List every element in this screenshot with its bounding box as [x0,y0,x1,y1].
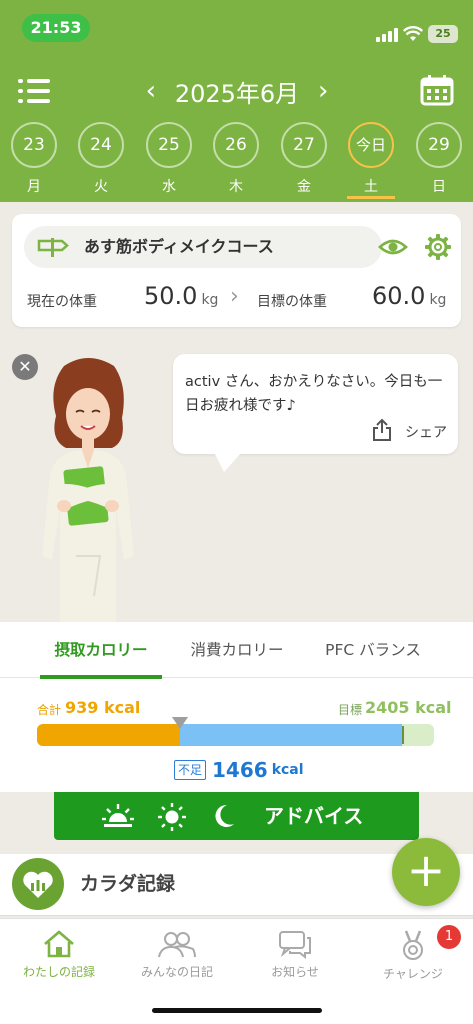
speech-bubble-tail [214,452,242,472]
tab-pfc-balance[interactable]: PFC バランス [312,622,434,678]
status-bar: 21:53 25 [0,0,473,56]
tab-label: みんなの日記 [140,965,213,979]
current-weight-value: 50.0 [144,282,198,310]
gear-icon[interactable] [424,233,452,261]
course-card: あす筋ボディメイクコース 現在の体重 50.0 kg › 目標の体重 60.0 kg [12,214,461,327]
heart-chart-icon [12,858,64,910]
chevron-left-icon[interactable]: ‹ [137,76,165,106]
add-button[interactable]: + [392,838,460,906]
target-weight: 60.0 kg [372,282,446,310]
weight-unit: kg [429,292,447,308]
shortage-segment [180,724,402,746]
current-weight-label: 現在の体重 [27,294,97,310]
day-weekday: 土 [364,179,378,195]
course-name: あす筋ボディメイクコース [84,237,274,256]
tab-label: わたしの記録 [22,965,95,979]
tab-burned-calories[interactable]: 消費カロリー [176,622,298,678]
tab-notifications[interactable]: お知らせ [236,929,354,980]
calorie-progress-bar [37,724,434,746]
day-weekday: 水 [162,179,176,195]
status-time: 21:53 [22,14,90,42]
day-weekday: 火 [94,179,108,195]
eye-icon[interactable] [378,234,408,260]
tab-my-records[interactable]: わたしの記録 [0,929,118,980]
tab-everyone-diary[interactable]: みんなの日記 [118,929,236,980]
day-date: 29 [416,122,462,168]
shortage-summary: 不足 1466 kcal [174,756,304,784]
day-weekday: 金 [297,179,311,195]
home-indicator [152,1008,322,1013]
greeting-message: activ さん、おかえりなさい。今日も一日お疲れ様です♪ [185,374,443,414]
day-date: 25 [146,122,192,168]
day-27[interactable]: 27 金 [276,122,332,196]
day-date: 26 [213,122,259,168]
day-today[interactable]: 今日 土 [343,122,399,199]
goal-marker [402,726,404,744]
day-weekday: 月 [27,179,41,195]
signpost-icon [37,238,69,257]
calorie-panel: 摂取カロリー 消費カロリー PFC バランス 合計 939 kcal 目標 24… [0,622,473,792]
month-label: 2025年6月 [174,79,300,108]
day-date: 27 [281,122,327,168]
wifi-icon [403,26,423,41]
body-record-label: カラダ記録 [80,873,176,895]
advice-button[interactable]: アドバイス [54,792,419,840]
course-selector[interactable]: あす筋ボディメイクコース [24,226,382,268]
list-menu-icon[interactable] [18,78,50,104]
tab-intake-calories[interactable]: 摂取カロリー [40,622,162,679]
chevron-right-icon[interactable]: › [309,76,337,106]
chevron-right-icon: › [230,284,239,309]
day-29[interactable]: 29 日 [411,122,467,196]
goal-calories: 2405 kcal [365,698,452,717]
shortage-tag: 不足 [174,760,207,780]
sun-icon [158,803,186,831]
shortage-value: 1466 [212,758,268,782]
day-date: 24 [78,122,124,168]
greeting-speech-bubble: activ さん、おかえりなさい。今日も一日お疲れ様です♪ シェア [173,354,458,454]
intake-segment [37,724,180,746]
total-label: 合計 [37,703,62,717]
shortage-unit: kcal [271,762,304,778]
calendar-icon[interactable] [420,74,454,106]
close-icon[interactable]: ✕ [12,354,38,380]
calorie-tabs: 摂取カロリー 消費カロリー PFC バランス [0,622,473,679]
sunrise-icon [102,804,134,827]
medal-icon [403,930,423,960]
goal-label: 目標 [338,703,363,717]
current-weight: 50.0 kg [144,282,218,310]
day-date: 23 [11,122,57,168]
tab-label: チャレンジ [383,967,443,981]
day-24[interactable]: 24 火 [73,122,129,196]
tab-label: お知らせ [271,965,319,979]
moon-icon [215,804,234,827]
share-icon[interactable] [371,418,393,442]
selected-day-indicator [347,196,395,199]
share-button-label[interactable]: シェア [405,422,447,442]
month-switcher: ‹ 2025年6月 › [130,66,344,116]
day-26[interactable]: 26 木 [208,122,264,196]
day-date: 今日 [348,122,394,168]
intake-marker [172,717,188,729]
total-calories: 939 kcal [65,698,141,717]
coach-character-illustration [42,358,134,626]
home-icon [44,930,74,958]
chat-icon [279,931,311,959]
day-25[interactable]: 25 水 [141,122,197,196]
notification-badge: 1 [437,925,461,949]
week-day-strip: 23 月 24 火 25 水 26 木 27 金 今日 土 29 日 [0,122,473,202]
day-weekday: 日 [432,179,446,195]
day-weekday: 木 [229,179,243,195]
weight-unit: kg [201,292,219,308]
target-weight-label: 目標の体重 [257,294,327,310]
month-navigation: ‹ 2025年6月 › [0,66,473,116]
advice-label: アドバイス [264,804,364,828]
header-area: 21:53 25 ‹ 2025年6月 › 23 月 24 火 25 水 26 木… [0,0,473,202]
cellular-signal-icon [376,28,398,42]
target-weight-value: 60.0 [372,282,426,310]
battery-indicator: 25 [428,25,458,43]
day-23[interactable]: 23 月 [6,122,62,196]
people-icon [158,932,196,958]
